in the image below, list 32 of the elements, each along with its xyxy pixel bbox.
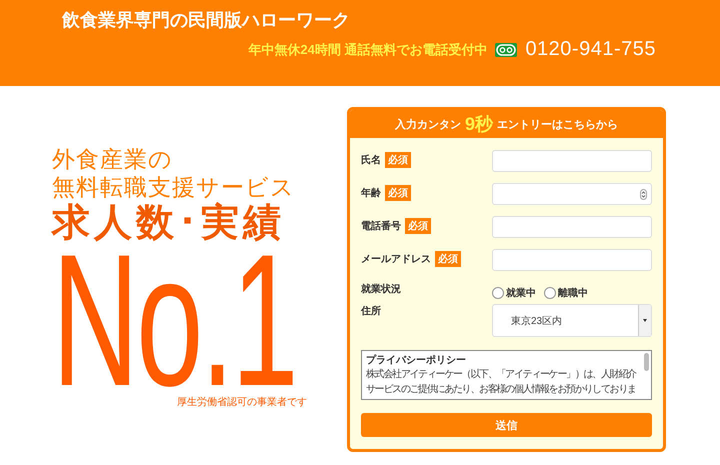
- required-badge: 必須: [435, 251, 461, 267]
- free-dial-icon: [495, 42, 518, 56]
- radio-option[interactable]: 就業中: [492, 286, 536, 300]
- required-badge: 必須: [385, 185, 411, 201]
- headline: 求人数･実績: [52, 201, 285, 245]
- spinner-icon[interactable]: [640, 188, 647, 200]
- field-label: 就業状況: [361, 282, 401, 296]
- policy-text: サービスのご提供にあたり、お客様の個人情報をお預かりしておりま: [366, 383, 637, 397]
- radio-option[interactable]: 離職中: [544, 286, 588, 300]
- hours-text: 年中無休24時間 通話無料でお電話受付中: [248, 40, 488, 58]
- policy-text: 株式会社アイティーケー（以下、「アイティーケー」）は、人財紹介: [366, 368, 638, 382]
- field-label: 電話番号: [361, 220, 401, 233]
- license-note: 厚生労働省認可の事業者です: [177, 396, 307, 409]
- field-label: メールアドレス: [361, 253, 431, 266]
- input-field[interactable]: [492, 216, 652, 238]
- tagline: 外食産業の: [52, 145, 173, 173]
- required-badge: 必須: [405, 218, 431, 234]
- input-field[interactable]: [492, 150, 652, 172]
- field-label: 住所: [361, 304, 381, 318]
- field-label: 氏名: [361, 154, 381, 167]
- scrollbar-thumb[interactable]: [644, 353, 649, 371]
- input-field[interactable]: [492, 249, 652, 271]
- tagline: 無料転職支援サービス: [52, 173, 295, 201]
- input-field[interactable]: [492, 183, 652, 205]
- field-label: 年齢: [361, 186, 381, 200]
- policy-title: プライバシーポリシー: [366, 354, 467, 367]
- ranking-number: No.1: [52, 245, 296, 395]
- caret-icon: [643, 319, 647, 322]
- site-title: 飲食業界専門の民間版ハローワーク: [62, 9, 350, 32]
- form-heading: 入力カンタン 9秒 エントリーはこちらから: [350, 110, 663, 138]
- address-select[interactable]: 東京23区内: [492, 304, 652, 337]
- required-badge: 必須: [385, 152, 411, 168]
